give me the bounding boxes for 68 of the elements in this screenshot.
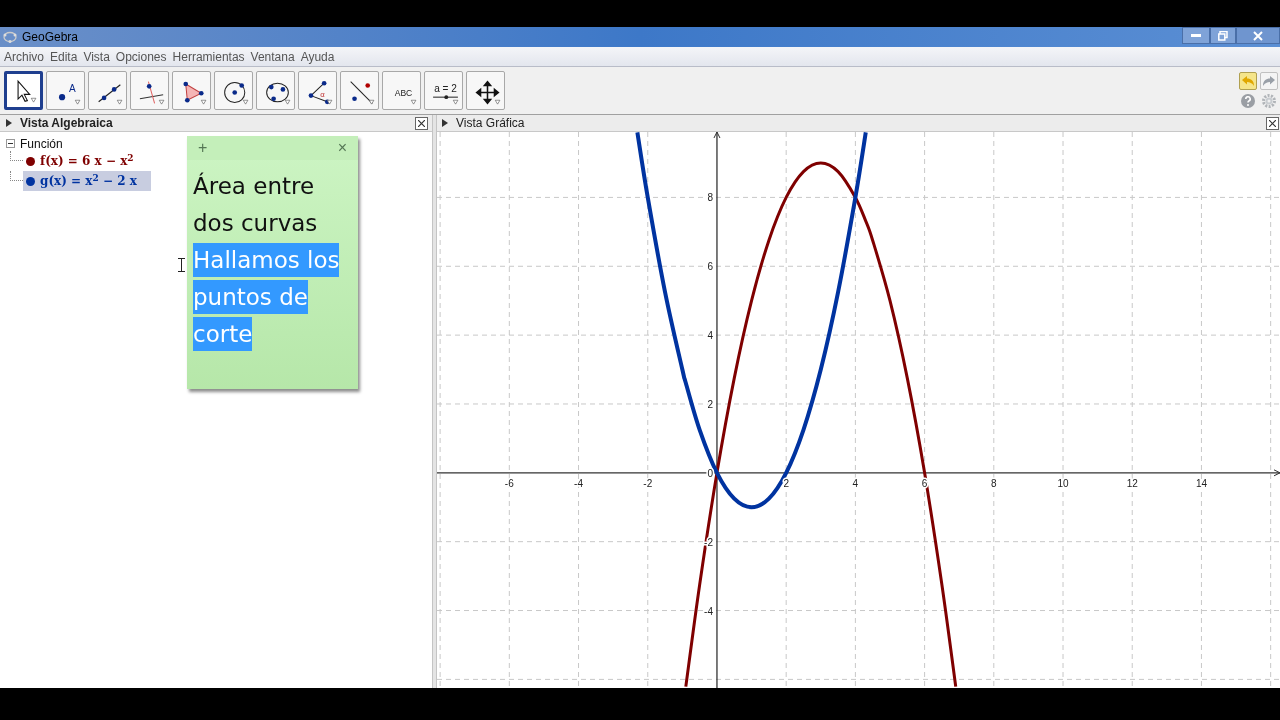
menu-item[interactable]: Edita bbox=[50, 50, 78, 63]
group-label: Función bbox=[20, 135, 63, 153]
panel-title: Vista Algebraica bbox=[20, 115, 113, 132]
menu-item[interactable]: Archivo bbox=[4, 50, 44, 63]
x-tick-label: 14 bbox=[1195, 477, 1207, 489]
close-note-button[interactable]: × bbox=[337, 140, 347, 156]
collapse-icon[interactable] bbox=[6, 139, 15, 148]
x-tick-label: 4 bbox=[852, 477, 859, 489]
algebra-entry[interactable]: g(x) = x$^{2}$ − 2 x bbox=[23, 171, 151, 191]
tool-button[interactable]: α bbox=[298, 71, 337, 110]
app-icon bbox=[3, 30, 17, 44]
close-icon bbox=[418, 119, 425, 127]
y-tick-label: 6 bbox=[707, 261, 713, 273]
x-tick-label: 12 bbox=[1126, 477, 1138, 489]
maximize-button[interactable] bbox=[1210, 27, 1236, 44]
visibility-dot[interactable] bbox=[26, 176, 35, 186]
close-icon bbox=[1269, 119, 1276, 127]
tool-button[interactable]: ABC bbox=[382, 71, 421, 110]
x-tick-label: -2 bbox=[643, 477, 653, 489]
restore-icon bbox=[1218, 30, 1228, 41]
menu-item[interactable]: Ayuda bbox=[300, 50, 335, 63]
redo-icon bbox=[1262, 75, 1276, 87]
undo-icon bbox=[1241, 75, 1255, 87]
note-text: Área entre dos curvas bbox=[193, 171, 319, 238]
move-icon bbox=[472, 77, 503, 108]
close-panel-button[interactable] bbox=[1266, 116, 1279, 130]
tool-button[interactable] bbox=[4, 71, 43, 110]
menu-item[interactable]: Vista bbox=[83, 50, 110, 63]
function-curve[interactable] bbox=[684, 161, 958, 687]
y-tick-label: 8 bbox=[707, 192, 713, 204]
algebra-entry[interactable]: f(x) = 6 x − x$^{2}$ bbox=[23, 151, 148, 171]
x-tick-label: -6 bbox=[504, 477, 514, 489]
collapse-triangle-icon[interactable] bbox=[442, 119, 448, 127]
tool-button[interactable] bbox=[340, 71, 379, 110]
add-note-button[interactable]: + bbox=[198, 140, 208, 156]
tool-button[interactable] bbox=[466, 71, 505, 110]
function-definition: g(x) = x$^{2}$ − 2 x bbox=[40, 172, 137, 190]
tool-button[interactable] bbox=[256, 71, 295, 110]
visibility-dot[interactable] bbox=[26, 156, 35, 166]
menu-item[interactable]: Herramientas bbox=[172, 50, 245, 63]
y-tick-label: 4 bbox=[707, 330, 713, 342]
window-title: GeoGebra bbox=[22, 29, 79, 46]
x-tick-label: 6 bbox=[921, 477, 928, 489]
tool-button[interactable]: a = 2 bbox=[424, 71, 463, 110]
tool-button[interactable] bbox=[88, 71, 127, 110]
minimize-button[interactable] bbox=[1182, 27, 1210, 44]
x-tick-label: 2 bbox=[783, 477, 789, 489]
function-definition: f(x) = 6 x − x$^{2}$ bbox=[40, 152, 134, 170]
tool-button[interactable]: A bbox=[46, 71, 85, 110]
y-tick-label: 2 bbox=[707, 399, 713, 410]
y-tick-label: 0 bbox=[707, 467, 713, 479]
menu-item[interactable]: Opciones bbox=[115, 50, 167, 63]
tool-button[interactable] bbox=[172, 71, 211, 110]
text-cursor-icon bbox=[178, 258, 185, 272]
help-icon[interactable] bbox=[1240, 93, 1256, 109]
x-tick-label: 8 bbox=[991, 477, 997, 489]
minimize-icon bbox=[1191, 33, 1201, 38]
menu-item[interactable]: Ventana bbox=[250, 50, 295, 63]
x-tick-label: 10 bbox=[1057, 477, 1069, 489]
function-curve[interactable] bbox=[635, 132, 868, 510]
x-tick-label: -4 bbox=[574, 477, 583, 489]
close-panel-button[interactable] bbox=[415, 116, 428, 130]
tool-button[interactable] bbox=[214, 71, 253, 110]
panel-title: Vista Gráfica bbox=[456, 115, 525, 132]
close-icon bbox=[1253, 30, 1263, 41]
y-tick-label: -4 bbox=[704, 605, 713, 617]
collapse-triangle-icon[interactable] bbox=[6, 119, 12, 127]
close-button[interactable] bbox=[1236, 27, 1280, 44]
